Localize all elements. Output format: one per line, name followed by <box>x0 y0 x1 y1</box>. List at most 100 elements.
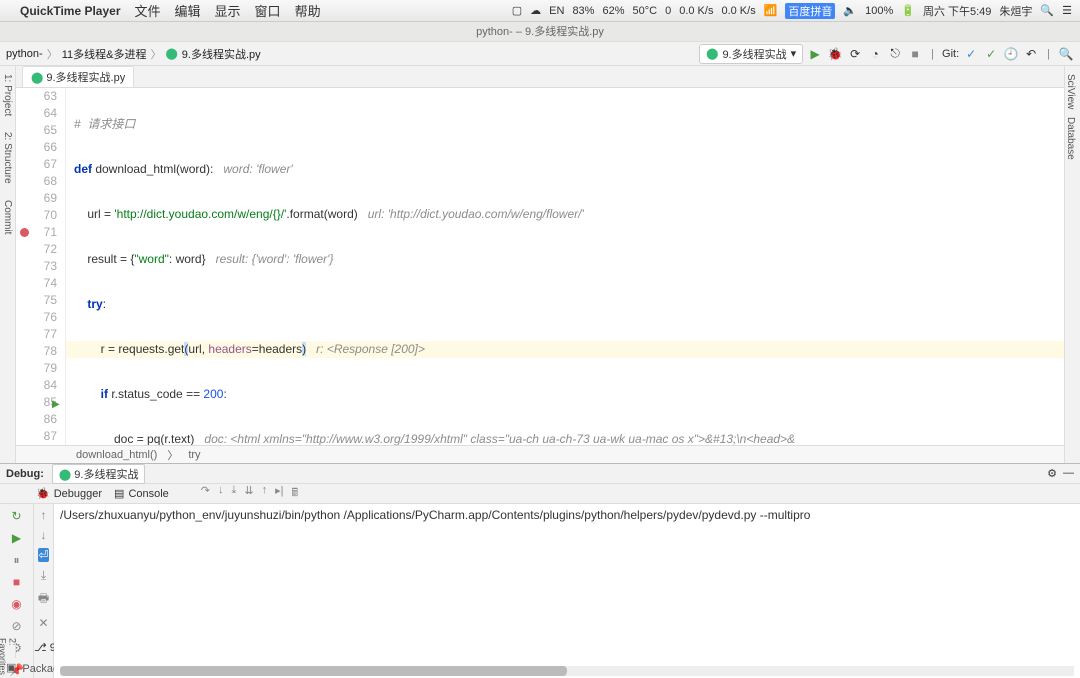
crumb-block[interactable]: try <box>188 449 200 461</box>
status-menu-icon[interactable]: ☰ <box>1062 4 1072 17</box>
line-num: 87 <box>16 428 57 445</box>
status-ime[interactable]: 百度拼音 <box>785 3 835 19</box>
line-num: 71 <box>16 224 57 241</box>
step-over-icon[interactable]: ↷ <box>201 484 210 503</box>
editor-tab[interactable]: ⬤ 9.多线程实战.py <box>22 66 134 87</box>
navbar: python-〉 11多线程&多进程〉 ⬤9.多线程实战.py ⬤9.多线程实战… <box>0 42 1080 66</box>
tab-sciview[interactable]: SciView <box>1065 74 1076 109</box>
breadcrumb-folder[interactable]: 11多线程&多进程 <box>62 46 147 62</box>
status-search-icon[interactable]: 🔍 <box>1040 4 1054 17</box>
print-icon[interactable]: 🖶 <box>38 589 49 610</box>
coverage-button[interactable]: ⟳ <box>847 46 863 62</box>
tab-database[interactable]: Database <box>1065 117 1076 160</box>
status-disk: 0 <box>665 5 671 17</box>
status-clock[interactable]: 周六 下午5:49 <box>923 3 991 19</box>
profile-button[interactable]: ◔ <box>867 46 883 62</box>
status-cpu: 83% <box>572 5 594 17</box>
line-num: 75 <box>16 292 57 309</box>
status-user[interactable]: 朱烜宇 <box>999 3 1032 19</box>
status-en[interactable]: EN <box>549 5 564 17</box>
run-config-name: 9.多线程实战 <box>722 46 786 62</box>
line-num: 86 <box>16 411 57 428</box>
evaluate-icon[interactable]: 🖩 <box>292 484 299 503</box>
gutter[interactable]: 63 64 65 66 67 68 69 70 71 72 73 74 75 7… <box>16 88 66 445</box>
step-into-icon[interactable]: ↓ <box>218 484 224 503</box>
line-num: 64 <box>16 105 57 122</box>
clear-icon[interactable]: ✕ <box>38 616 48 630</box>
pause-icon[interactable]: ⏸ <box>9 552 25 568</box>
breadcrumb-root[interactable]: python- <box>6 48 43 60</box>
status-airplay-icon[interactable]: ▢ <box>512 4 522 17</box>
git-update-icon[interactable]: ✓ <box>963 46 979 62</box>
debugger-tab[interactable]: 🐞 Debugger <box>36 487 102 500</box>
run-button[interactable]: ▶ <box>807 46 823 62</box>
status-battery: 100% <box>865 5 893 17</box>
status-mem: 62% <box>602 5 624 17</box>
status-tw-icon[interactable]: ▣ <box>6 661 16 674</box>
menu-help[interactable]: 帮助 <box>295 1 321 20</box>
tab-commit[interactable]: Commit <box>2 200 13 234</box>
status-wifi-icon[interactable]: 📶 <box>764 4 778 17</box>
minimize-icon[interactable]: — <box>1063 467 1074 480</box>
tab-project[interactable]: 1: Project <box>2 74 13 116</box>
view-bp-icon[interactable]: ◉ <box>9 596 25 612</box>
menu-view[interactable]: 显示 <box>215 1 241 20</box>
chevron-down-icon: ▾ <box>791 47 797 60</box>
search-everywhere-icon[interactable]: 🔍 <box>1058 46 1074 62</box>
tab-structure[interactable]: 2: Structure <box>2 132 13 184</box>
line-num: 84 <box>16 377 57 394</box>
status-volume-icon[interactable]: 🔈 <box>843 4 857 17</box>
line-num: 77 <box>16 326 57 343</box>
console-tab[interactable]: ▤ Console <box>114 487 169 500</box>
git-history-icon[interactable]: 🕘 <box>1003 46 1019 62</box>
up-icon[interactable]: ↑ <box>41 508 47 522</box>
stop-button[interactable]: ■ <box>907 46 923 62</box>
menu-file[interactable]: 文件 <box>135 1 161 20</box>
window-titlebar: python- – 9.多线程实战.py <box>0 22 1080 42</box>
line-num: 74 <box>16 275 57 292</box>
run-config-selector[interactable]: ⬤9.多线程实战▾ <box>699 44 803 64</box>
code-body[interactable]: # 请求接口 def download_html(word): word: 'f… <box>66 88 1064 445</box>
crumb-fn[interactable]: download_html() <box>76 449 157 461</box>
line-num: 66 <box>16 139 57 156</box>
debug-label: Debug: <box>6 468 44 480</box>
debug-session-tab[interactable]: ⬤ 9.多线程实战 <box>52 464 146 484</box>
toolbar-actions: ⬤9.多线程实战▾ ▶ 🐞 ⟳ ◔ ⎋ ■ | Git: ✓ ✓ 🕘 ↶ | 🔍 <box>699 44 1074 64</box>
rerun-icon[interactable]: ↻ <box>9 508 25 524</box>
app-name[interactable]: QuickTime Player <box>20 4 121 18</box>
softwrap-icon[interactable]: ⏎ <box>38 548 48 562</box>
mute-bp-icon[interactable]: ⊘ <box>9 618 25 634</box>
scroll-end-icon[interactable]: ⤓ <box>41 568 46 583</box>
line-num: 63 <box>16 88 57 105</box>
concurrent-button[interactable]: ⎋ <box>887 46 903 62</box>
status-net1: 0.0 K/s <box>679 5 713 17</box>
macos-menubar: QuickTime Player 文件 编辑 显示 窗口 帮助 ▢ ☁ EN 8… <box>0 0 1080 22</box>
step-into-my-icon[interactable]: ⤓ <box>232 484 237 503</box>
editor-tabs: ⬤ 9.多线程实战.py <box>16 66 1064 88</box>
code-editor[interactable]: 63 64 65 66 67 68 69 70 71 72 73 74 75 7… <box>16 88 1064 445</box>
window-title: python- – 9.多线程实战.py <box>476 26 604 38</box>
git-commit-icon[interactable]: ✓ <box>983 46 999 62</box>
line-num: 78 <box>16 343 57 360</box>
line-num: 72 <box>16 241 57 258</box>
breadcrumb: python-〉 11多线程&多进程〉 ⬤9.多线程实战.py <box>6 46 261 62</box>
status-cloud-icon[interactable]: ☁ <box>530 4 541 17</box>
console-output[interactable]: /Users/zhuxuanyu/python_env/juyunshuzi/b… <box>54 504 1080 678</box>
menu-window[interactable]: 窗口 <box>255 1 281 20</box>
stop-icon[interactable]: ■ <box>9 574 25 590</box>
resume-icon[interactable]: ▶ <box>9 530 25 546</box>
git-label: Git: <box>942 48 959 60</box>
line-num: 69 <box>16 190 57 207</box>
run-to-cursor-icon[interactable]: ▸| <box>275 484 283 503</box>
step-out-icon[interactable]: ↑ <box>262 484 268 503</box>
menu-edit[interactable]: 编辑 <box>175 1 201 20</box>
debug-button[interactable]: 🐞 <box>827 46 843 62</box>
debug-header: Debug: ⬤ 9.多线程实战 ⚙ — <box>0 464 1080 484</box>
down-icon[interactable]: ↓ <box>41 528 47 542</box>
force-step-icon[interactable]: ⇊ <box>244 484 253 503</box>
gear-icon[interactable]: ⚙ <box>1047 467 1057 480</box>
editor-tab-label: 9.多线程实战.py <box>46 72 125 84</box>
git-revert-icon[interactable]: ↶ <box>1023 46 1039 62</box>
breakpoint-icon[interactable] <box>20 228 29 237</box>
breadcrumb-file[interactable]: 9.多线程实战.py <box>182 46 261 62</box>
